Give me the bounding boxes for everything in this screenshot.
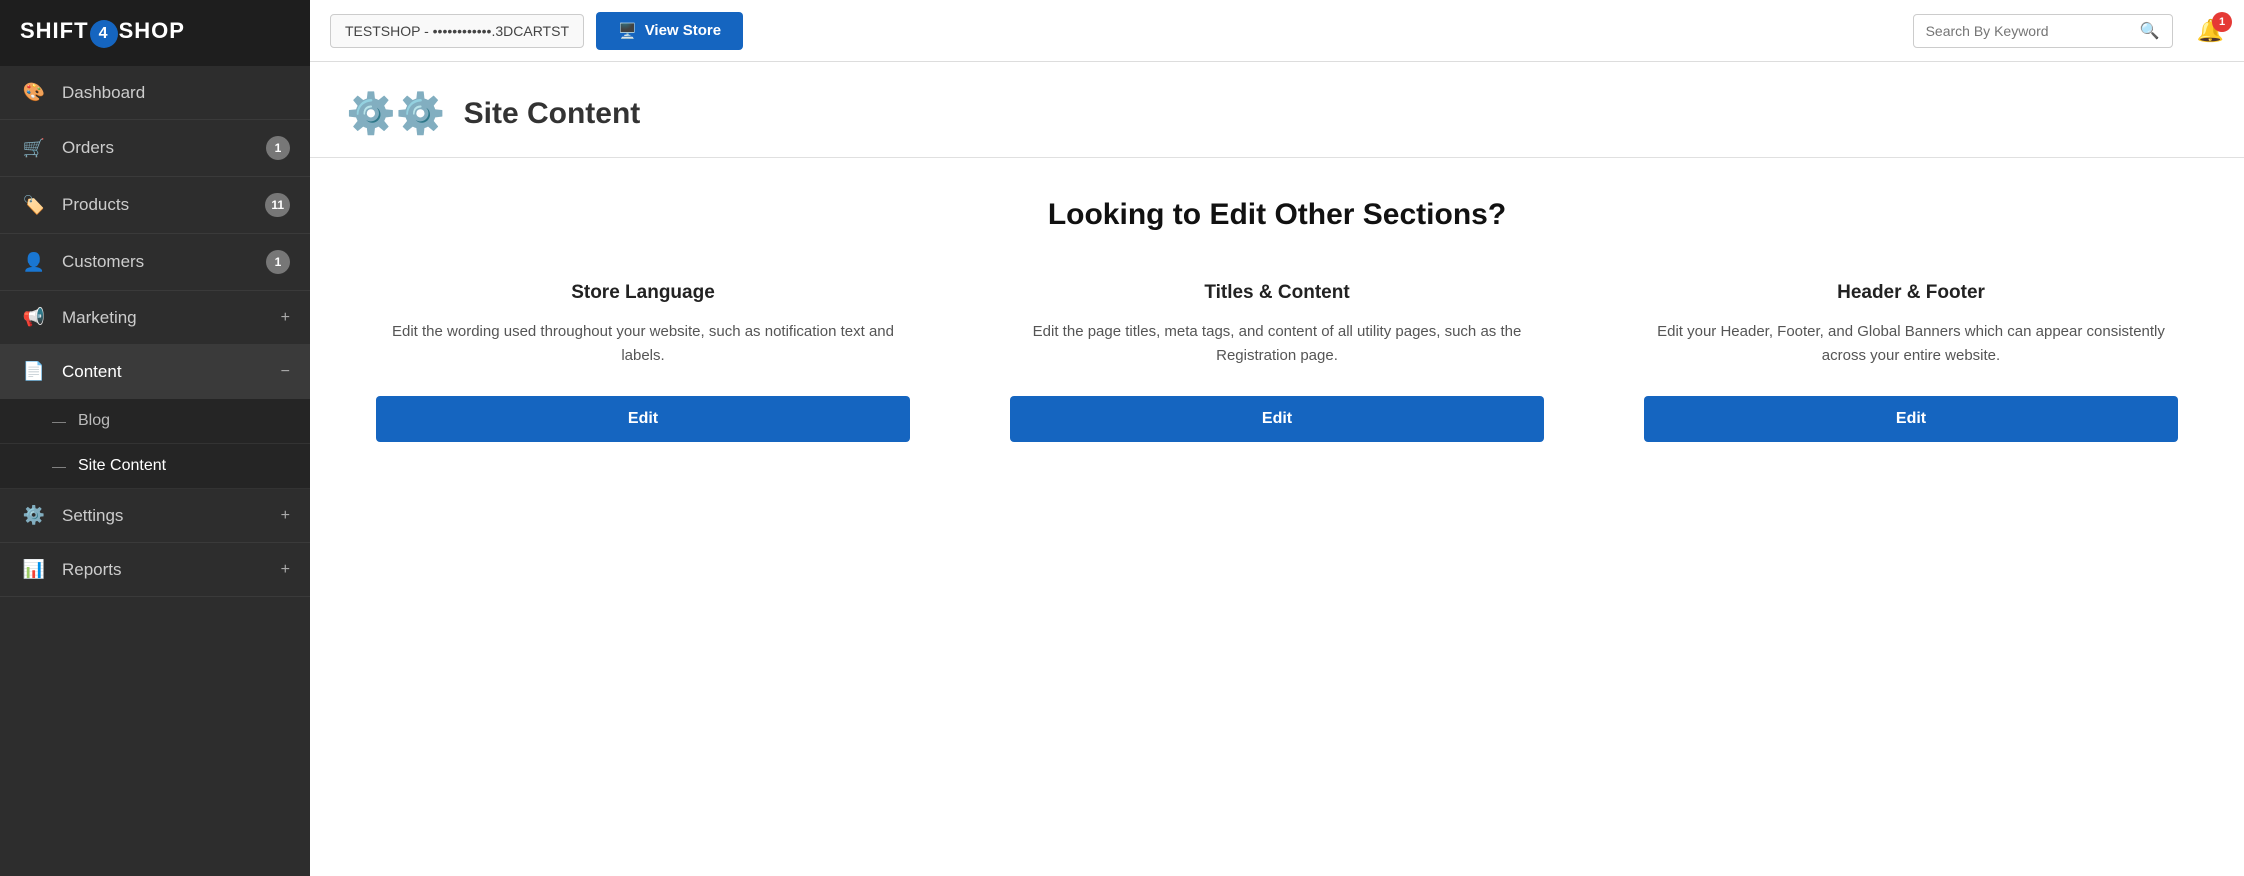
notification-button[interactable]: 🔔 1 — [2197, 18, 2224, 44]
page-header-icon: ⚙️⚙️ — [346, 90, 446, 137]
sidebar-label-blog: Blog — [78, 412, 110, 430]
page-title: Site Content — [464, 97, 641, 131]
cards-grid: Store Language Edit the wording used thr… — [346, 272, 2208, 462]
card-store-language-title: Store Language — [571, 282, 715, 304]
marketing-expand: + — [281, 309, 290, 327]
sidebar-label-dashboard: Dashboard — [62, 83, 290, 103]
cards-section: Looking to Edit Other Sections? Store La… — [310, 158, 2244, 498]
search-input[interactable] — [1926, 23, 2140, 39]
search-box: 🔍 — [1913, 14, 2173, 48]
card-titles-content-desc: Edit the page titles, meta tags, and con… — [1010, 320, 1544, 368]
content-subnav: — Blog — Site Content — [0, 399, 310, 489]
topbar: TESTSHOP - ••••••••••••.3DCARTST 🖥️ View… — [310, 0, 2244, 62]
sidebar-label-site-content: Site Content — [78, 457, 166, 475]
sidebar-item-customers[interactable]: 👤 Customers 1 — [0, 234, 310, 291]
sidebar-item-site-content[interactable]: — Site Content — [0, 444, 310, 489]
sidebar-label-settings: Settings — [62, 506, 273, 526]
card-titles-content-title: Titles & Content — [1204, 282, 1349, 304]
notification-badge: 1 — [2212, 12, 2232, 32]
card-header-footer-title: Header & Footer — [1837, 282, 1985, 304]
sidebar-item-settings[interactable]: ⚙️ Settings + — [0, 489, 310, 543]
customers-badge: 1 — [266, 250, 290, 274]
site-content-dash: — — [52, 458, 66, 474]
sidebar-item-dashboard[interactable]: 🎨 Dashboard — [0, 66, 310, 120]
content-area: ⚙️⚙️ Site Content Looking to Edit Other … — [310, 62, 2244, 876]
logo: SHIFT4SHOP — [0, 0, 310, 66]
sidebar-label-reports: Reports — [62, 560, 273, 580]
card-header-footer-desc: Edit your Header, Footer, and Global Ban… — [1644, 320, 2178, 368]
marketing-icon: 📢 — [20, 307, 48, 328]
cards-heading: Looking to Edit Other Sections? — [346, 198, 2208, 232]
customers-icon: 👤 — [20, 252, 48, 273]
orders-badge: 1 — [266, 136, 290, 160]
content-icon: 📄 — [20, 361, 48, 382]
view-store-label: View Store — [645, 22, 721, 39]
sidebar-item-products[interactable]: 🏷️ Products 11 — [0, 177, 310, 234]
sidebar-item-reports[interactable]: 📊 Reports + — [0, 543, 310, 597]
main-area: TESTSHOP - ••••••••••••.3DCARTST 🖥️ View… — [310, 0, 2244, 876]
logo-part1: SHIFT — [20, 18, 89, 43]
card-store-language: Store Language Edit the wording used thr… — [346, 272, 940, 462]
card-header-footer-edit-button[interactable]: Edit — [1644, 396, 2178, 442]
card-store-language-edit-button[interactable]: Edit — [376, 396, 910, 442]
monitor-icon: 🖥️ — [618, 22, 637, 40]
content-expand: − — [281, 363, 290, 381]
logo-part2: SHOP — [119, 18, 185, 43]
settings-icon: ⚙️ — [20, 505, 48, 526]
reports-expand: + — [281, 561, 290, 579]
orders-icon: 🛒 — [20, 138, 48, 159]
sidebar-item-content[interactable]: 📄 Content − — [0, 345, 310, 399]
page-header: ⚙️⚙️ Site Content — [310, 62, 2244, 158]
sidebar-item-blog[interactable]: — Blog — [0, 399, 310, 444]
sidebar-label-customers: Customers — [62, 252, 266, 272]
search-icon[interactable]: 🔍 — [2140, 21, 2160, 41]
card-header-footer: Header & Footer Edit your Header, Footer… — [1614, 272, 2208, 462]
sidebar-label-products: Products — [62, 195, 265, 215]
sidebar-item-orders[interactable]: 🛒 Orders 1 — [0, 120, 310, 177]
store-url-button[interactable]: TESTSHOP - ••••••••••••.3DCARTST — [330, 14, 584, 48]
logo-four: 4 — [90, 20, 118, 48]
settings-expand: + — [281, 507, 290, 525]
card-titles-content-edit-button[interactable]: Edit — [1010, 396, 1544, 442]
sidebar-label-orders: Orders — [62, 138, 266, 158]
card-titles-content: Titles & Content Edit the page titles, m… — [980, 272, 1574, 462]
view-store-button[interactable]: 🖥️ View Store — [596, 12, 743, 50]
sidebar-label-content: Content — [62, 362, 273, 382]
sidebar-item-marketing[interactable]: 📢 Marketing + — [0, 291, 310, 345]
blog-dash: — — [52, 413, 66, 429]
products-icon: 🏷️ — [20, 195, 48, 216]
reports-icon: 📊 — [20, 559, 48, 580]
sidebar-label-marketing: Marketing — [62, 308, 273, 328]
sidebar: SHIFT4SHOP 🎨 Dashboard 🛒 Orders 1 🏷️ Pro… — [0, 0, 310, 876]
dashboard-icon: 🎨 — [20, 82, 48, 103]
products-badge: 11 — [265, 193, 290, 217]
card-store-language-desc: Edit the wording used throughout your we… — [376, 320, 910, 368]
